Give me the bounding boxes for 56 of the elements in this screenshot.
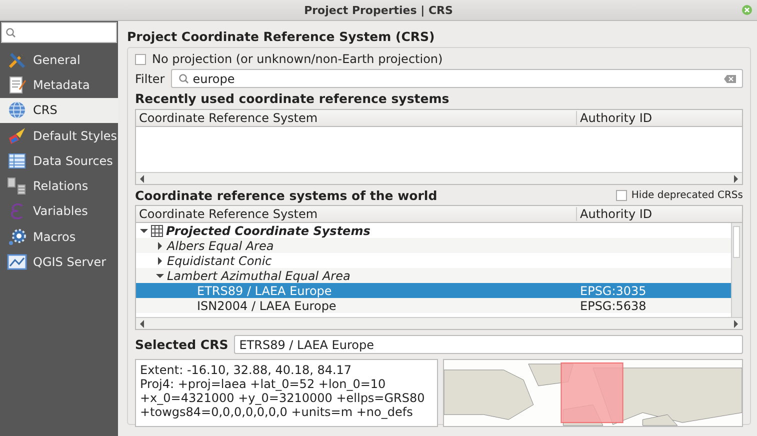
scrollbar[interactable] xyxy=(731,223,742,317)
sidebar-item[interactable]: Default Styles xyxy=(0,122,118,148)
authority-id: EPSG:3035 xyxy=(579,284,646,298)
search-icon xyxy=(178,73,189,84)
sidebar-item[interactable]: Relations xyxy=(0,173,118,199)
tree-item[interactable]: ISN2004 / LAEA Europe xyxy=(197,298,336,312)
checkbox-label[interactable]: Hide deprecated CRSs xyxy=(631,190,743,201)
tree-item[interactable]: Equidistant Conic xyxy=(167,254,272,268)
sidebar-item[interactable]: Metadata xyxy=(0,72,118,98)
field-label: Filter xyxy=(135,72,165,86)
selected-crs-field[interactable]: ETRS89 / LAEA Europe xyxy=(234,335,743,354)
clear-icon[interactable] xyxy=(724,74,736,82)
server-icon xyxy=(7,252,27,272)
collapse-icon[interactable] xyxy=(156,272,164,280)
column-header[interactable]: Authority ID xyxy=(577,207,652,221)
scroll-right-icon[interactable] xyxy=(733,174,739,182)
section-heading: Recently used coordinate reference systems xyxy=(135,91,450,106)
document-icon xyxy=(7,74,27,95)
tree-item[interactable]: Albers Equal Area xyxy=(167,238,274,252)
column-header[interactable]: Coordinate Reference System xyxy=(136,111,577,125)
sidebar-item[interactable]: General xyxy=(0,47,118,72)
table-icon xyxy=(7,150,27,171)
search-field[interactable] xyxy=(1,22,117,43)
gear-icon xyxy=(7,226,27,247)
details-line: Extent: -16.10, 32.88, 40.18, 84.17 xyxy=(140,363,353,377)
section-heading: Coordinate reference systems of the world xyxy=(135,188,438,203)
collapse-icon[interactable] xyxy=(140,226,148,234)
tree-item[interactable]: ETRS89 / LAEA Europe xyxy=(197,284,332,298)
globe-icon xyxy=(7,100,27,120)
sidebar-item[interactable]: Data Sources xyxy=(0,148,118,174)
details-line: Proj4: +proj=laea +lat_0=52 +lon_0=10 xyxy=(140,377,387,391)
relations-icon xyxy=(7,176,27,196)
section-heading: Project Coordinate Reference System (CRS) xyxy=(127,29,436,44)
scroll-right-icon[interactable] xyxy=(733,320,739,328)
checkbox-label[interactable]: No projection (or unknown/non-Earth projection) xyxy=(152,52,443,66)
column-header[interactable]: Coordinate Reference System xyxy=(136,207,577,221)
details-line: +x_0=4321000 +y_0=3210000 +ellps=GRS80 xyxy=(140,391,426,405)
sidebar-item[interactable]: Macros xyxy=(0,224,118,250)
sidebar-item[interactable]: QGIS Server xyxy=(0,249,118,275)
search-icon xyxy=(5,27,16,38)
scroll-left-icon[interactable] xyxy=(139,174,145,182)
field-label: Selected CRS xyxy=(135,337,228,352)
checkbox[interactable] xyxy=(616,190,628,201)
brush-icon xyxy=(7,126,27,146)
column-header[interactable]: Authority ID xyxy=(577,111,652,125)
details-line: +towgs84=0,0,0,0,0,0,0 +units=m +no_defs xyxy=(140,405,414,419)
authority-id: EPSG:5638 xyxy=(579,298,646,312)
checkbox[interactable] xyxy=(135,54,146,64)
expand-icon[interactable] xyxy=(156,256,164,264)
scroll-left-icon[interactable] xyxy=(139,320,145,328)
sidebar-item[interactable]: CRS xyxy=(0,98,118,123)
tree-item[interactable]: Projected Coordinate Systems xyxy=(166,224,370,238)
filter-field[interactable]: europe xyxy=(170,69,743,88)
sidebar-item[interactable]: Variables xyxy=(0,198,118,224)
expand-icon[interactable] xyxy=(156,242,164,250)
window-title: Project Properties | CRS xyxy=(304,4,453,16)
